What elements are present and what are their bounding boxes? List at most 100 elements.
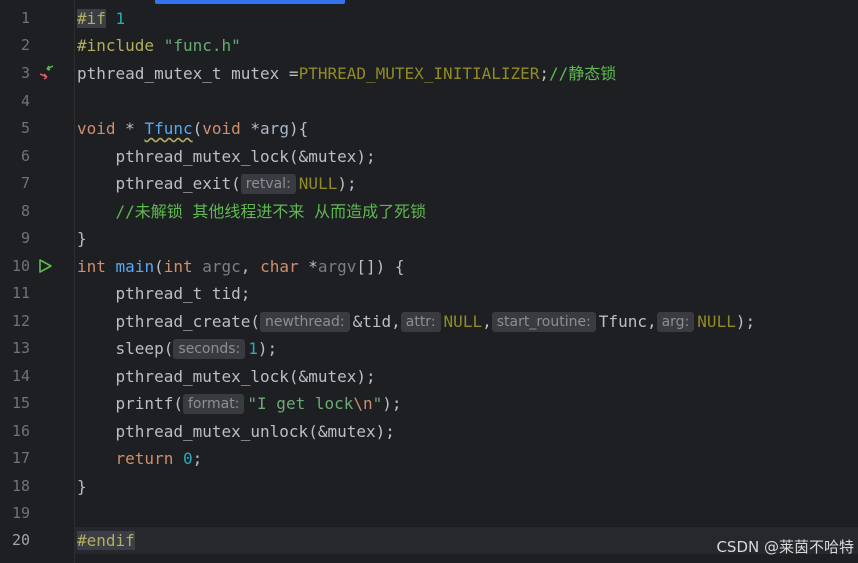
parameter-hint: start_routine: — [491, 312, 596, 332]
parameter-hint: retval: — [240, 174, 296, 194]
line-number: 16 — [11, 422, 30, 440]
parameter-hint: attr: — [400, 312, 441, 332]
code-text: pthread_exit( — [77, 174, 241, 193]
number-literal: 1 — [105, 9, 126, 28]
line-number: 4 — [20, 92, 30, 110]
preprocessor-directive: #endif — [77, 531, 135, 550]
code-line[interactable]: return 0; — [77, 445, 203, 472]
code-line[interactable]: } — [77, 225, 87, 252]
function-name: Tfunc — [144, 119, 193, 138]
line-number: 3 — [20, 64, 30, 82]
function-name: main — [115, 257, 155, 276]
code-line[interactable]: pthread_t tid; — [77, 280, 251, 307]
code-text: , — [240, 257, 261, 276]
code-text: ( — [154, 257, 164, 276]
code-text: * — [298, 257, 318, 276]
number-literal: 1 — [248, 339, 258, 358]
string-literal: " — [372, 394, 383, 413]
code-text: pthread_create( — [77, 312, 261, 331]
parameter-hint: seconds: — [173, 339, 246, 359]
parameter-hint: newthread: — [260, 312, 350, 332]
line-number: 18 — [11, 477, 30, 495]
line-number: 10 — [11, 257, 30, 275]
code-line[interactable]: pthread_mutex_lock(&mutex); — [77, 363, 376, 390]
run-icon[interactable] — [37, 258, 53, 278]
code-text: ( — [192, 119, 203, 138]
code-line[interactable]: int main(int argc, char *argv[]) { — [77, 253, 405, 280]
code-line[interactable]: void * Tfunc(void *arg){ — [77, 115, 308, 142]
code-line[interactable]: #if 1 — [77, 5, 125, 32]
line-number: 6 — [20, 147, 30, 165]
code-line[interactable]: sleep(seconds: 1); — [77, 335, 277, 362]
code-line[interactable]: #endif — [77, 527, 135, 554]
macro: NULL — [298, 174, 338, 193]
macro: NULL — [443, 312, 483, 331]
code-text: []) { — [356, 257, 405, 276]
keyword: int — [77, 257, 106, 276]
code-line[interactable]: } — [77, 473, 87, 500]
code-line[interactable]: printf(format: "I get lock\n"); — [77, 390, 402, 417]
gutter-divider — [74, 0, 75, 563]
preprocessor-directive: #include — [77, 36, 155, 55]
line-number: 1 — [20, 9, 30, 27]
keyword: int — [163, 257, 193, 276]
line-number: 9 — [20, 229, 30, 247]
keyword: return — [115, 449, 174, 468]
comment: //静态锁 — [549, 64, 617, 83]
code-text: pthread_mutex_t mutex = — [77, 64, 299, 83]
code-text: ); — [735, 312, 756, 331]
string-literal: "I get lock — [247, 394, 354, 413]
keyword: void — [77, 119, 116, 138]
line-number: 17 — [11, 449, 30, 467]
code-text: ; — [192, 449, 203, 468]
keyword: char — [260, 257, 299, 276]
code-text: Tfunc, — [598, 312, 657, 331]
code-text: ){ — [288, 119, 309, 138]
code-line[interactable]: pthread_mutex_unlock(&mutex); — [77, 418, 395, 445]
code-text: ); — [257, 339, 278, 358]
keyword: void — [202, 119, 241, 138]
line-number: 14 — [11, 367, 30, 385]
code-text: * — [115, 119, 145, 138]
navigate-declaration-icon[interactable] — [38, 63, 56, 85]
line-number: 19 — [11, 504, 30, 522]
line-number: 2 — [20, 36, 30, 54]
line-number: 11 — [11, 284, 30, 302]
preprocessor-directive: #if — [77, 9, 106, 28]
parameter: argc — [192, 257, 241, 276]
code-text: * — [240, 119, 261, 138]
tab-indicator — [155, 0, 345, 4]
escape-sequence: \n — [353, 394, 373, 413]
macro: NULL — [697, 312, 736, 331]
code-line[interactable]: //未解锁 其他线程进不来 从而造成了死锁 — [77, 198, 427, 225]
code-text: printf( — [77, 394, 183, 413]
parameter-hint: arg: — [656, 312, 695, 332]
code-text: , — [482, 312, 492, 331]
line-number: 20 — [11, 531, 30, 549]
line-number: 13 — [11, 339, 30, 357]
code-text: sleep( — [77, 339, 174, 358]
line-number: 7 — [20, 174, 30, 192]
line-number: 12 — [11, 312, 30, 330]
line-number: 5 — [20, 119, 30, 137]
line-number: 15 — [11, 394, 30, 412]
code-line[interactable]: pthread_create(newthread: &tid, attr: NULL,… — [77, 308, 755, 335]
watermark: CSDN @莱茵不哈特 — [716, 538, 854, 556]
parameter: arg — [260, 119, 289, 138]
code-text: ); — [382, 394, 402, 413]
code-line[interactable]: pthread_exit(retval: NULL); — [77, 170, 357, 197]
code-line[interactable]: pthread_mutex_lock(&mutex); — [77, 143, 376, 170]
code-line[interactable]: pthread_mutex_t mutex =PTHREAD_MUTEX_INI… — [77, 60, 616, 87]
code-text: &tid, — [352, 312, 401, 331]
code-text: ); — [337, 174, 357, 193]
code-text: ; — [539, 64, 550, 83]
code-line[interactable]: #include "func.h" — [77, 32, 241, 59]
parameter-hint: format: — [182, 394, 245, 414]
number-literal: 0 — [173, 449, 193, 468]
string-literal: "func.h" — [154, 36, 241, 55]
line-number: 8 — [20, 202, 30, 220]
parameter: argv — [317, 257, 357, 276]
macro: PTHREAD_MUTEX_INITIALIZER — [298, 64, 540, 83]
